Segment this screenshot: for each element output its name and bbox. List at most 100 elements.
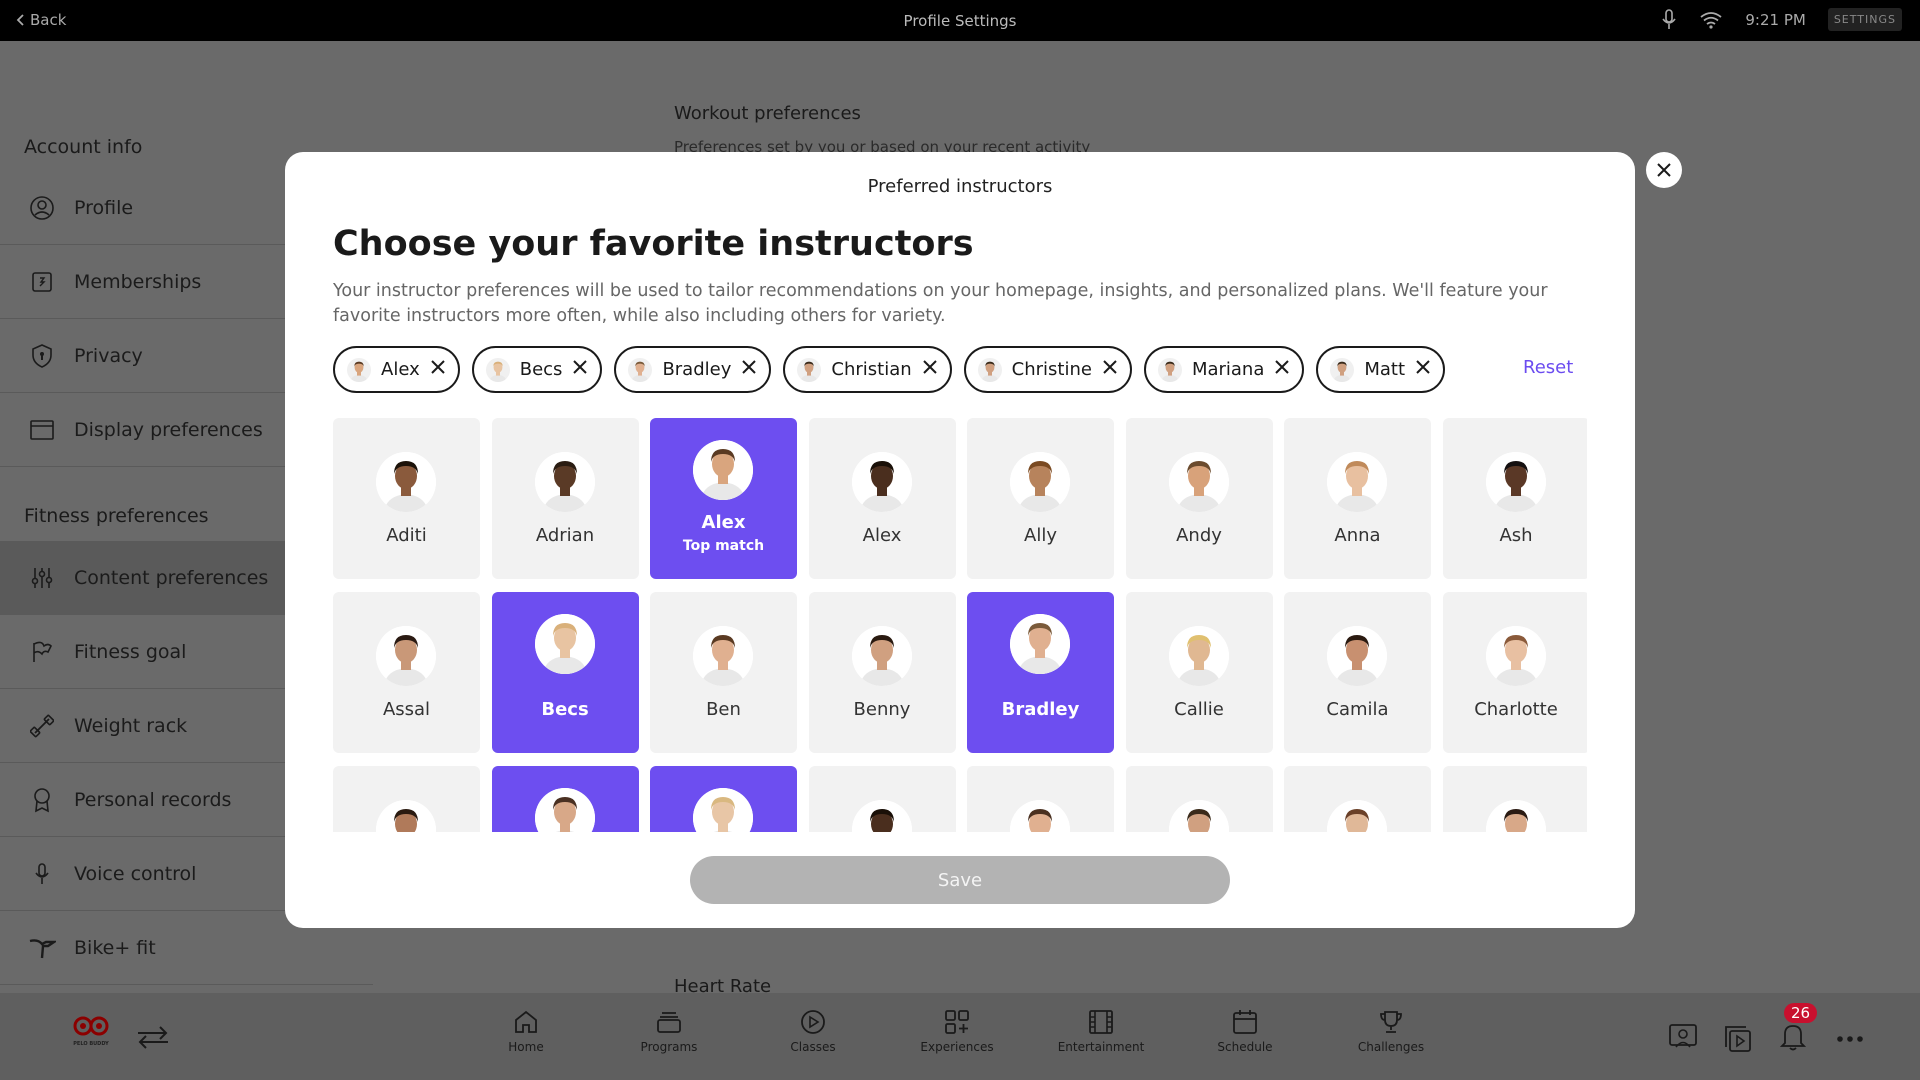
notification-badge: 26	[1784, 1003, 1818, 1023]
instructor-name: Aditi	[386, 525, 427, 546]
selected-instructor-chips: Alex Becs Bradley Christian Christine Mariana…	[333, 346, 1503, 394]
instructor-name: Assal	[382, 699, 431, 720]
instructor-card[interactable]: Charlotte	[1442, 592, 1587, 753]
fitness-preferences-heading: Fitness preferences	[24, 505, 209, 527]
sidebar-item-label: Content preferences	[74, 566, 269, 589]
instructor-card[interactable]	[650, 766, 797, 832]
chip-label: Bradley	[662, 359, 732, 380]
instructor-card[interactable]: Ben	[650, 592, 797, 753]
chip-label: Christian	[831, 359, 912, 380]
reset-button[interactable]: Reset	[1523, 357, 1573, 378]
avatar	[628, 357, 653, 382]
avatar	[1327, 800, 1387, 832]
instructor-card[interactable]: Alex	[808, 418, 956, 579]
instructor-chip[interactable]: Mariana	[1143, 346, 1305, 393]
bell-icon	[1779, 1025, 1807, 1051]
instructor-name: Ally	[1024, 525, 1057, 546]
instructor-name: Alex	[701, 512, 746, 533]
sidebar-item-label: Display preferences	[74, 418, 263, 441]
remove-chip-icon[interactable]	[430, 359, 446, 380]
instructor-card[interactable]	[1442, 766, 1587, 832]
remove-chip-icon[interactable]	[1415, 359, 1431, 380]
nav-entertainment[interactable]: Entertainment	[1041, 1009, 1161, 1054]
instructor-chip[interactable]: Bradley	[614, 346, 772, 393]
instructor-card[interactable]: Anna	[1284, 418, 1431, 579]
microphone-icon[interactable]	[1661, 8, 1677, 31]
trophy-icon	[1380, 1011, 1402, 1033]
grid-plus-icon	[945, 1010, 969, 1034]
video-library-icon[interactable]	[1724, 1025, 1752, 1053]
more-icon[interactable]	[1836, 1035, 1864, 1043]
instructor-card[interactable]: Camila	[1284, 592, 1431, 753]
nav-programs[interactable]: Programs	[609, 1009, 729, 1054]
close-modal-button[interactable]	[1646, 152, 1682, 188]
instructor-card[interactable]: Aditi	[333, 418, 480, 579]
instructor-card[interactable]: Assal	[333, 592, 480, 753]
instructor-card[interactable]	[1284, 766, 1431, 832]
membership-card-icon	[28, 268, 56, 296]
instructor-card[interactable]: Alex Top match	[650, 418, 797, 579]
chip-label: Matt	[1364, 359, 1406, 380]
instructor-name: Charlotte	[1474, 699, 1558, 720]
avatar	[485, 357, 510, 382]
instructor-card[interactable]: Ally	[967, 418, 1114, 579]
brand-name: PELO BUDDY	[73, 1041, 109, 1047]
instructor-card[interactable]: Bradley	[967, 592, 1114, 753]
remove-chip-icon[interactable]	[922, 359, 938, 380]
sidebar-item-label: Privacy	[74, 344, 143, 367]
instructor-card[interactable]	[1125, 766, 1273, 832]
nav-label: Classes	[790, 1040, 836, 1054]
avatar	[1168, 800, 1229, 832]
instructor-chip[interactable]: Christian	[783, 346, 952, 393]
instructor-card[interactable]: Becs	[491, 592, 639, 753]
instructor-chip[interactable]: Matt	[1316, 346, 1446, 393]
notifications-button[interactable]: 26	[1779, 1003, 1818, 1055]
sidebar-item-label: Weight rack	[74, 714, 188, 737]
nav-schedule[interactable]: Schedule	[1185, 1009, 1305, 1054]
nav-home[interactable]: Home	[466, 1009, 586, 1054]
instructor-chip[interactable]: Alex	[333, 346, 460, 393]
switch-arrows-icon[interactable]	[136, 1025, 170, 1049]
film-icon	[1089, 1010, 1113, 1034]
instructor-card[interactable]	[967, 766, 1114, 832]
remove-chip-icon[interactable]	[572, 359, 588, 380]
nav-label: Home	[508, 1040, 544, 1054]
instructor-card[interactable]: Callie	[1125, 592, 1273, 753]
remove-chip-icon[interactable]	[1102, 359, 1118, 380]
nav-label: Programs	[640, 1040, 698, 1054]
brand-logo[interactable]: PELO BUDDY	[66, 1015, 116, 1047]
close-icon	[1657, 163, 1671, 177]
instructor-card[interactable]	[333, 766, 480, 832]
nav-challenges[interactable]: Challenges	[1331, 1009, 1451, 1054]
shield-icon	[28, 342, 56, 370]
remove-chip-icon[interactable]	[741, 359, 757, 380]
instructor-card[interactable]	[808, 766, 956, 832]
instructor-chip[interactable]: Becs	[471, 346, 603, 393]
avatar	[347, 357, 371, 382]
instructor-name: Callie	[1174, 699, 1224, 720]
nav-experiences[interactable]: Experiences	[897, 1009, 1017, 1054]
instructor-card[interactable]: Ash	[1442, 418, 1587, 579]
modal-title: Choose your favorite instructors	[333, 224, 974, 264]
instructor-card[interactable]: Benny	[808, 592, 956, 753]
save-button[interactable]: Save	[690, 856, 1230, 904]
instructor-card[interactable]: Andy	[1125, 418, 1273, 579]
wifi-icon	[1700, 11, 1722, 29]
chip-label: Becs	[519, 359, 563, 380]
modal-description: Your instructor preferences will be used…	[333, 281, 1548, 326]
avatar	[977, 357, 1002, 382]
avatar	[1010, 800, 1070, 832]
remove-chip-icon[interactable]	[1274, 359, 1290, 380]
instructor-name: Adrian	[535, 525, 595, 546]
screen-share-icon[interactable]	[1668, 1023, 1698, 1051]
instructor-card[interactable]: Adrian	[491, 418, 639, 579]
avatar	[1327, 626, 1387, 686]
settings-button[interactable]: SETTINGS	[1827, 8, 1902, 31]
instructor-card[interactable]	[491, 766, 639, 832]
instructor-chip[interactable]: Christine	[963, 346, 1132, 393]
nav-label: Schedule	[1217, 1040, 1273, 1054]
home-icon	[515, 1010, 537, 1033]
avatar	[1485, 452, 1546, 512]
nav-classes[interactable]: Classes	[753, 1009, 873, 1054]
clock: 9:21 PM	[1745, 10, 1806, 29]
